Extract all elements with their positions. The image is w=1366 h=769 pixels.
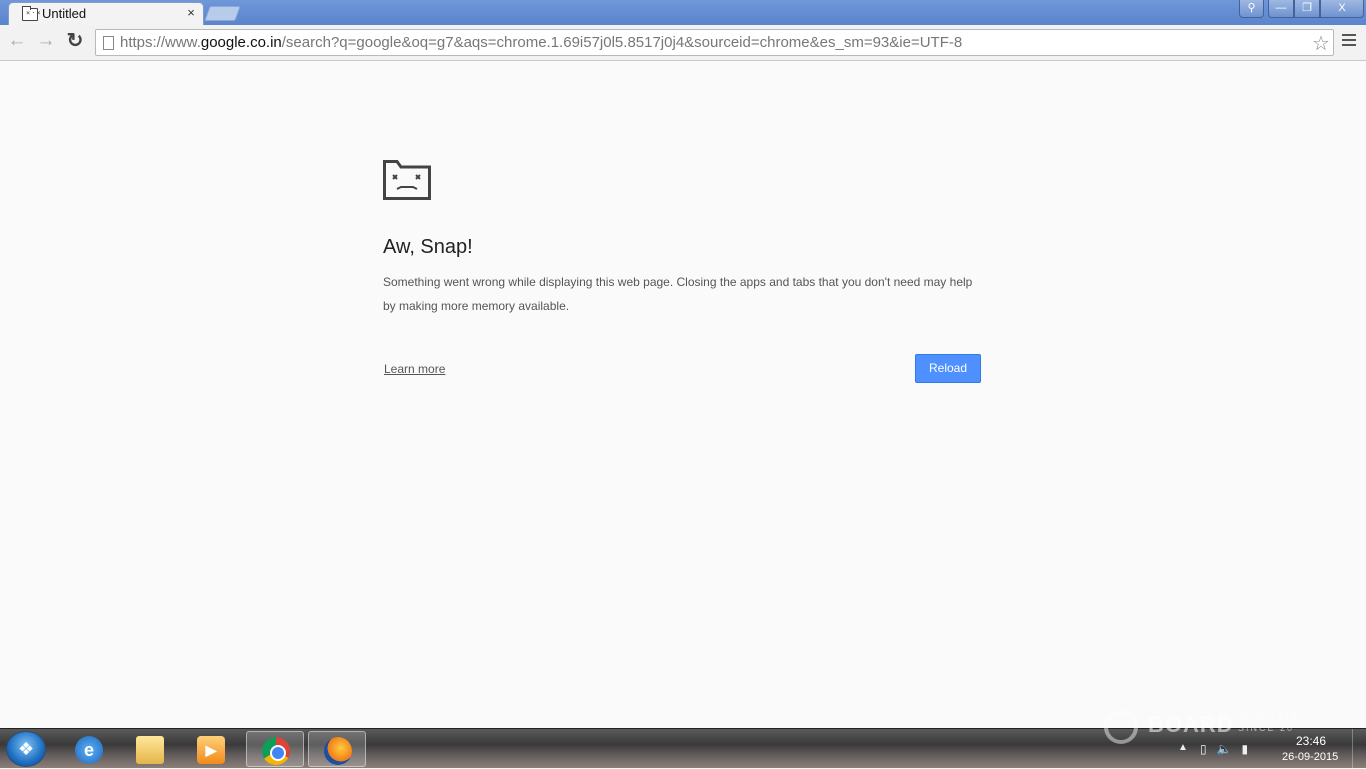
address-bar[interactable]: https://www.google.co.in/search?q=google… <box>95 29 1334 56</box>
clock-date[interactable]: 26-09-2015 <box>1282 751 1338 763</box>
new-tab-button[interactable] <box>204 6 241 21</box>
back-arrow-icon[interactable]: ← <box>6 31 28 53</box>
chrome-taskbar-icon[interactable] <box>246 731 304 767</box>
browser-tab[interactable]: ×·× Untitled × <box>8 2 204 25</box>
forward-arrow-icon[interactable]: → <box>35 31 57 53</box>
folder-taskbar-icon[interactable] <box>121 731 179 767</box>
error-message: Something went wrong while displaying th… <box>383 275 973 313</box>
close-tab-icon[interactable]: × <box>184 5 198 21</box>
watermark-word: BOARD <box>1148 712 1234 737</box>
watermark: BOARD RESOLVING SINCE 20 <box>1104 696 1314 752</box>
start-button[interactable]: ❖ <box>6 731 46 767</box>
restore-button[interactable]: ❐ <box>1294 0 1320 18</box>
tab-title: Untitled <box>42 6 87 21</box>
watermark-tagline: RESOLVING SINCE 20 <box>1238 711 1308 733</box>
page-icon <box>103 36 114 50</box>
sad-tab-icon: ×·× <box>22 6 41 21</box>
chrome-menu-icon[interactable] <box>1342 34 1356 48</box>
error-title: Aw, Snap! <box>383 236 473 258</box>
internet-explorer-taskbar-icon[interactable]: e <box>60 731 118 767</box>
firefox-taskbar-icon[interactable] <box>308 731 366 767</box>
browser-toolbar: ← → ↻ https://www.google.co.in/search?q=… <box>0 25 1366 61</box>
url-text[interactable]: https://www.google.co.in/search?q=google… <box>120 34 962 51</box>
sad-folder-icon <box>383 160 431 200</box>
media-player-taskbar-icon[interactable]: ▶ <box>182 731 240 767</box>
minimize-button[interactable]: — <box>1268 0 1294 18</box>
watermark-logo-icon <box>1104 710 1138 744</box>
close-window-button[interactable]: X <box>1320 0 1364 18</box>
learn-more-link[interactable]: Learn more <box>384 362 445 376</box>
window-title-bar: ×·× Untitled × ⚲ — ❐ X <box>0 0 1366 25</box>
page-content <box>0 62 1366 728</box>
show-desktop-button[interactable] <box>1352 729 1366 769</box>
reload-icon[interactable]: ↻ <box>64 31 86 53</box>
user-profile-button[interactable]: ⚲ <box>1239 0 1264 18</box>
bookmark-star-icon[interactable]: ☆ <box>1312 31 1330 56</box>
reload-button[interactable]: Reload <box>915 354 981 383</box>
